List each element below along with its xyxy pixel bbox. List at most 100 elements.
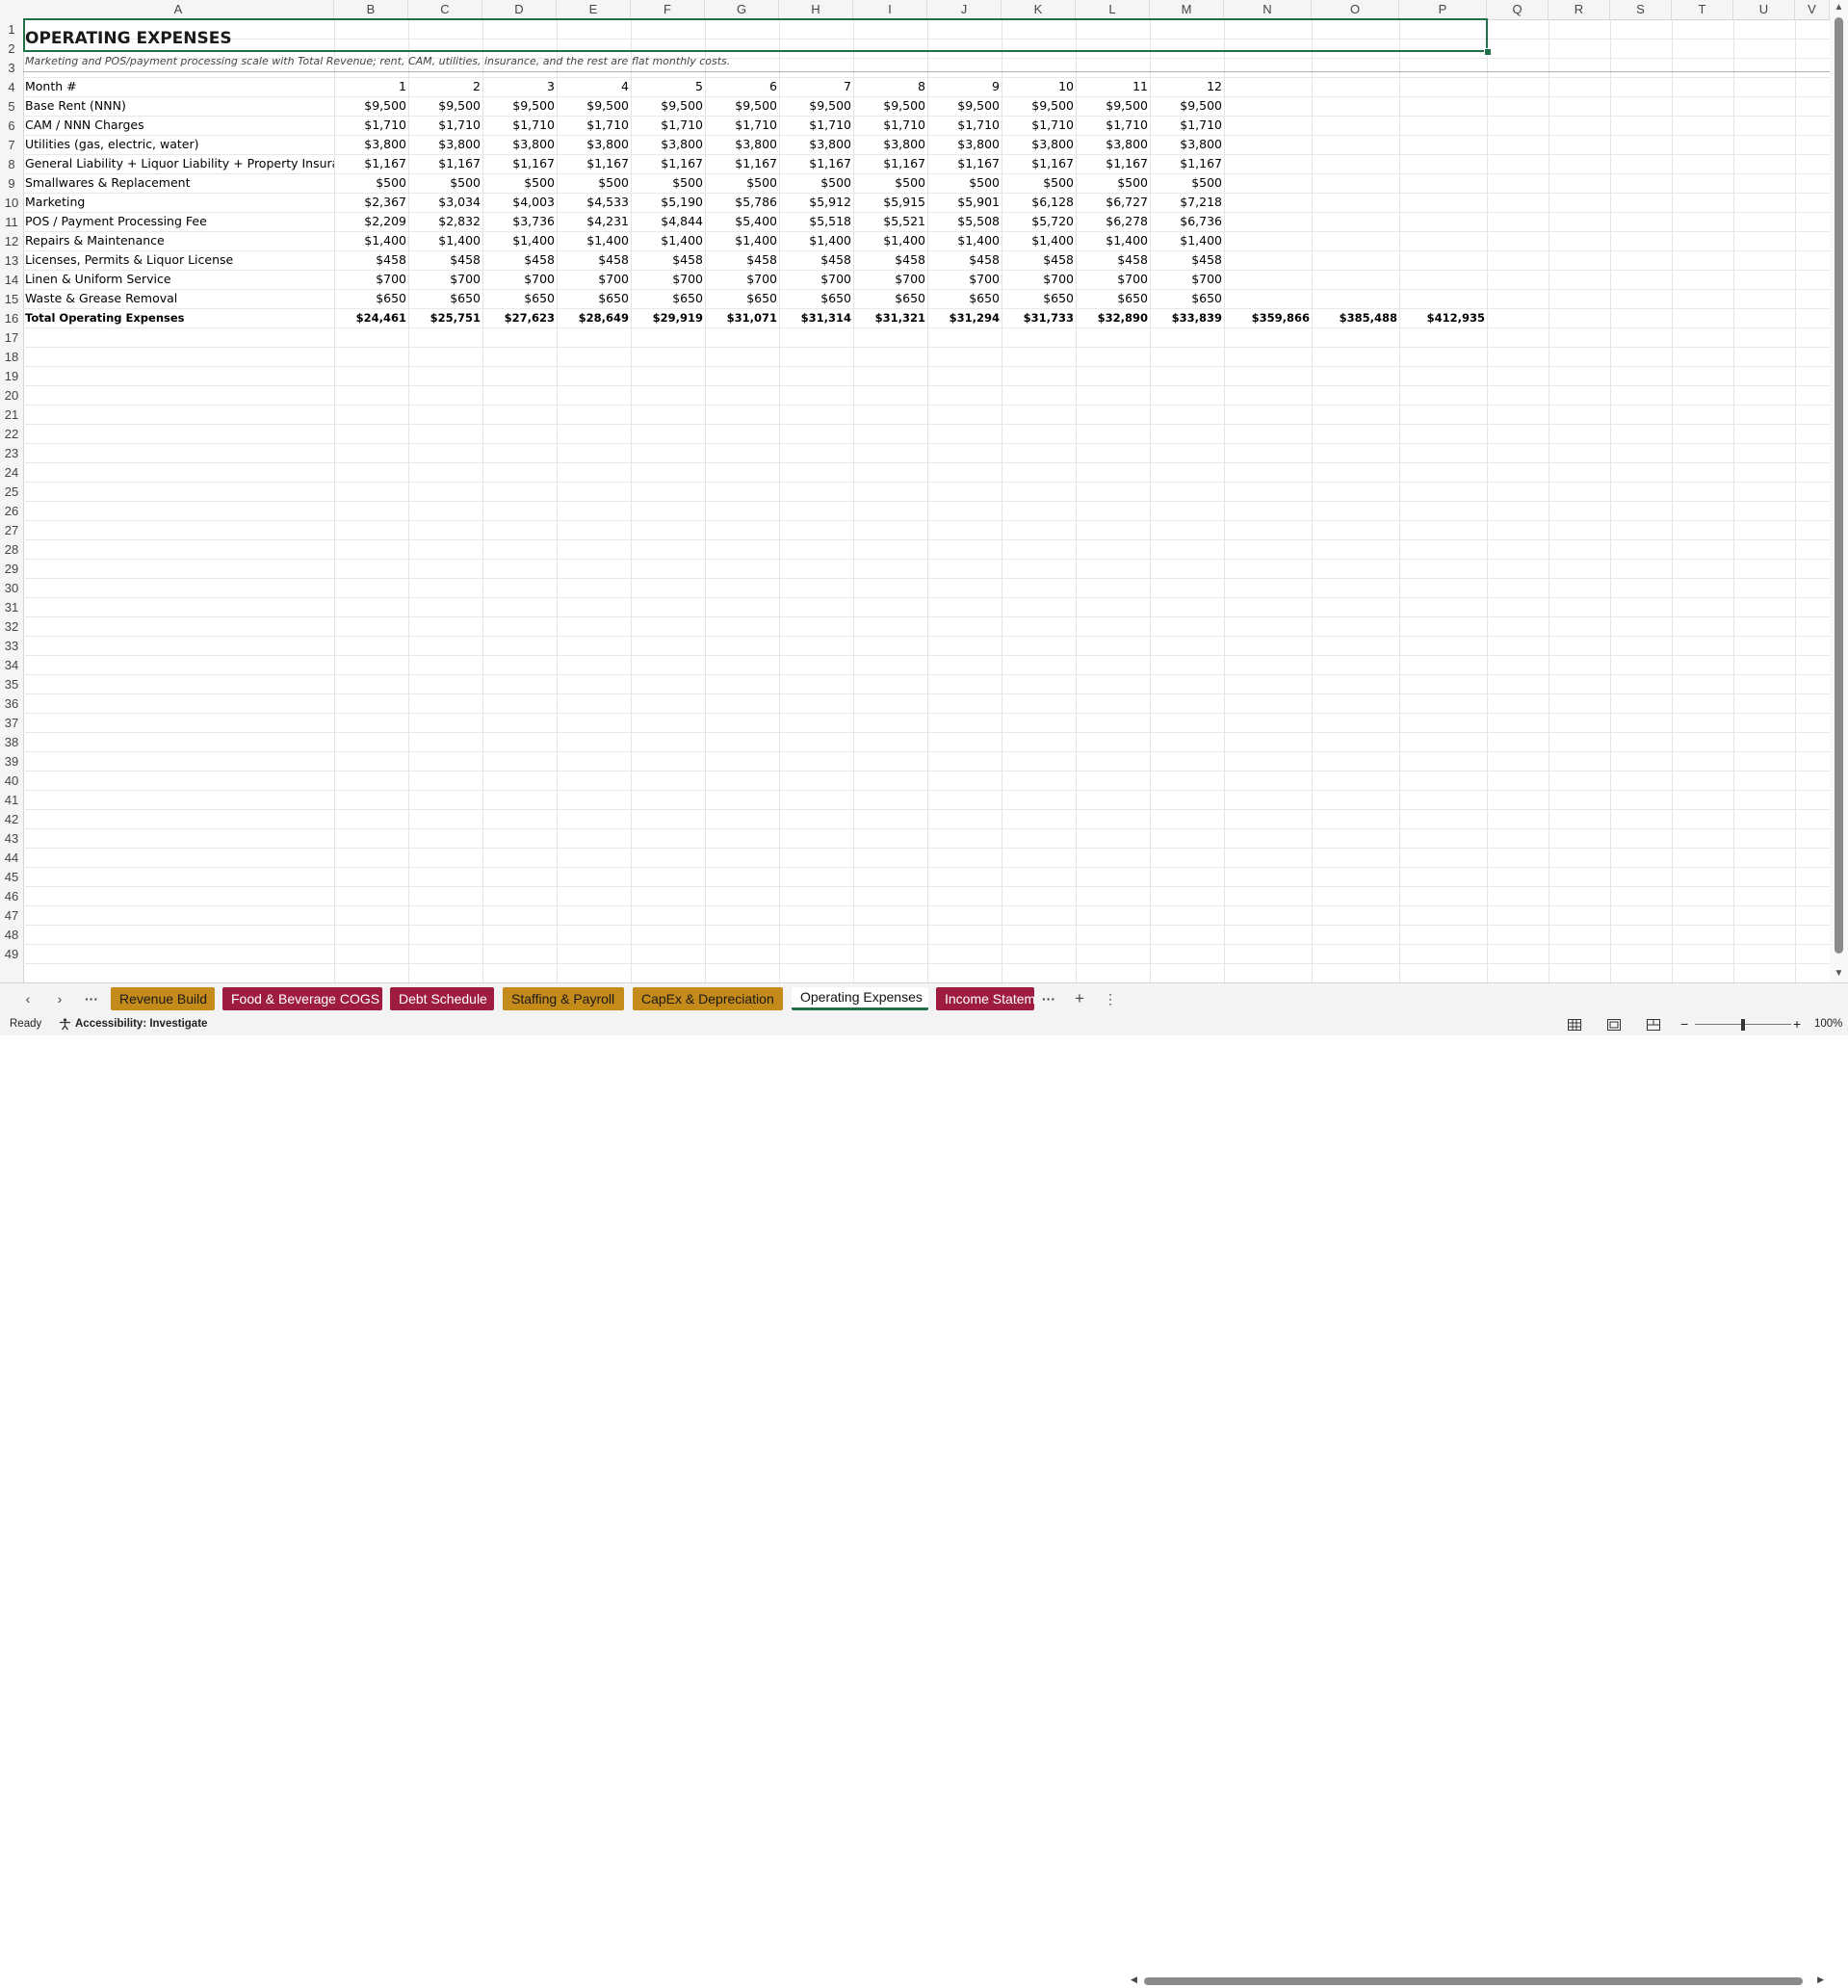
expense-value[interactable]: $1,400 (853, 231, 927, 250)
expense-value[interactable]: $3,800 (705, 135, 779, 154)
row-header[interactable]: 25 (0, 482, 23, 501)
column-header[interactable]: K (1002, 0, 1076, 19)
expense-value[interactable]: $3,800 (1150, 135, 1224, 154)
total-value[interactable]: $27,623 (482, 308, 557, 327)
expense-value[interactable]: $3,034 (408, 193, 482, 212)
column-header[interactable]: D (482, 0, 557, 19)
expense-value[interactable]: $3,736 (482, 212, 557, 231)
column-header[interactable]: B (334, 0, 408, 19)
column-header[interactable]: I (853, 0, 927, 19)
expense-value[interactable]: $1,710 (927, 116, 1002, 135)
expense-value[interactable]: $700 (1002, 270, 1076, 289)
expense-label[interactable]: Licenses, Permits & Liquor License (23, 250, 334, 270)
row-header[interactable]: 32 (0, 616, 23, 636)
month-number[interactable]: 3 (482, 77, 557, 96)
expense-value[interactable]: $4,844 (631, 212, 705, 231)
zoom-slider[interactable] (1695, 1013, 1791, 1035)
scroll-right-icon[interactable]: ▶ (1817, 1975, 1824, 1985)
expense-value[interactable]: $458 (334, 250, 408, 270)
column-header[interactable]: M (1150, 0, 1224, 19)
expense-value[interactable]: $5,901 (927, 193, 1002, 212)
column-header[interactable]: H (779, 0, 853, 19)
expense-value[interactable]: $2,832 (408, 212, 482, 231)
sheet-tab[interactable]: Staffing & Payroll (503, 987, 624, 1010)
expense-value[interactable]: $6,727 (1076, 193, 1150, 212)
row-header[interactable]: 41 (0, 790, 23, 809)
month-number[interactable]: 9 (927, 77, 1002, 96)
expense-value[interactable]: $5,915 (853, 193, 927, 212)
expense-value[interactable]: $4,533 (557, 193, 631, 212)
expense-value[interactable]: $500 (705, 173, 779, 193)
expense-label[interactable]: General Liability + Liquor Liability + P… (23, 154, 334, 173)
expense-value[interactable]: $458 (1002, 250, 1076, 270)
row-header[interactable]: 16 (0, 308, 23, 327)
month-number[interactable]: 4 (557, 77, 631, 96)
row-header[interactable]: 27 (0, 520, 23, 539)
expense-label[interactable]: CAM / NNN Charges (23, 116, 334, 135)
expense-value[interactable]: $1,710 (705, 116, 779, 135)
expense-value[interactable]: $650 (334, 289, 408, 308)
expense-value[interactable]: $9,500 (1150, 96, 1224, 116)
expense-value[interactable]: $1,167 (1076, 154, 1150, 173)
expense-value[interactable]: $3,800 (1076, 135, 1150, 154)
expense-value[interactable]: $3,800 (482, 135, 557, 154)
expense-value[interactable]: $1,167 (557, 154, 631, 173)
total-value[interactable]: $31,314 (779, 308, 853, 327)
expense-value[interactable]: $3,800 (779, 135, 853, 154)
expense-value[interactable]: $9,500 (334, 96, 408, 116)
spreadsheet-grid[interactable]: OPERATING EXPENSES Marketing and POS/paym… (23, 19, 1830, 982)
expense-value[interactable]: $700 (1150, 270, 1224, 289)
expense-value[interactable]: $650 (705, 289, 779, 308)
column-header[interactable]: F (631, 0, 705, 19)
row-header[interactable]: 39 (0, 751, 23, 771)
horizontal-scrollbar[interactable]: ◀ ▶ (1131, 1975, 1824, 1988)
month-number[interactable]: 12 (1150, 77, 1224, 96)
expense-value[interactable]: $5,508 (927, 212, 1002, 231)
expense-value[interactable]: $700 (557, 270, 631, 289)
row-header[interactable]: 49 (0, 944, 23, 963)
row-header[interactable]: 1 (0, 19, 23, 39)
row-header[interactable]: 17 (0, 327, 23, 347)
expense-value[interactable]: $1,710 (482, 116, 557, 135)
column-header[interactable]: N (1224, 0, 1312, 19)
month-number[interactable]: 1 (334, 77, 408, 96)
column-header[interactable]: S (1610, 0, 1672, 19)
expense-value[interactable]: $1,400 (1002, 231, 1076, 250)
add-sheet-button[interactable]: + (1069, 989, 1090, 1008)
scroll-up-icon[interactable]: ▲ (1833, 2, 1845, 14)
expense-value[interactable]: $650 (853, 289, 927, 308)
expense-value[interactable]: $6,278 (1076, 212, 1150, 231)
row-header[interactable]: 14 (0, 270, 23, 289)
expense-value[interactable]: $500 (557, 173, 631, 193)
row-header[interactable]: 21 (0, 405, 23, 424)
expense-value[interactable]: $700 (927, 270, 1002, 289)
row-header[interactable]: 4 (0, 77, 23, 96)
expense-value[interactable]: $1,167 (779, 154, 853, 173)
row-header[interactable]: 13 (0, 250, 23, 270)
total-value[interactable]: $32,890 (1076, 308, 1150, 327)
expense-value[interactable]: $5,912 (779, 193, 853, 212)
total-value[interactable]: $28,649 (557, 308, 631, 327)
row-header[interactable]: 45 (0, 867, 23, 886)
expense-value[interactable]: $1,710 (408, 116, 482, 135)
zoom-out-button[interactable]: − (1680, 1013, 1688, 1035)
expense-value[interactable]: $1,400 (1150, 231, 1224, 250)
expense-value[interactable]: $500 (853, 173, 927, 193)
page-layout-view-icon[interactable] (1607, 1013, 1623, 1035)
column-header[interactable]: L (1076, 0, 1150, 19)
fill-handle[interactable] (1484, 48, 1492, 56)
expense-value[interactable]: $500 (779, 173, 853, 193)
row-header[interactable]: 22 (0, 424, 23, 443)
expense-label[interactable]: Marketing (23, 193, 334, 212)
column-header[interactable]: Q (1487, 0, 1549, 19)
row-header[interactable]: 28 (0, 539, 23, 559)
row-header[interactable]: 2 (0, 39, 23, 58)
expense-value[interactable]: $500 (408, 173, 482, 193)
expense-value[interactable]: $700 (334, 270, 408, 289)
row-header[interactable]: 7 (0, 135, 23, 154)
expense-value[interactable]: $4,231 (557, 212, 631, 231)
column-header[interactable]: P (1399, 0, 1487, 19)
expense-value[interactable]: $458 (631, 250, 705, 270)
column-header[interactable]: G (705, 0, 779, 19)
row-header[interactable]: 26 (0, 501, 23, 520)
